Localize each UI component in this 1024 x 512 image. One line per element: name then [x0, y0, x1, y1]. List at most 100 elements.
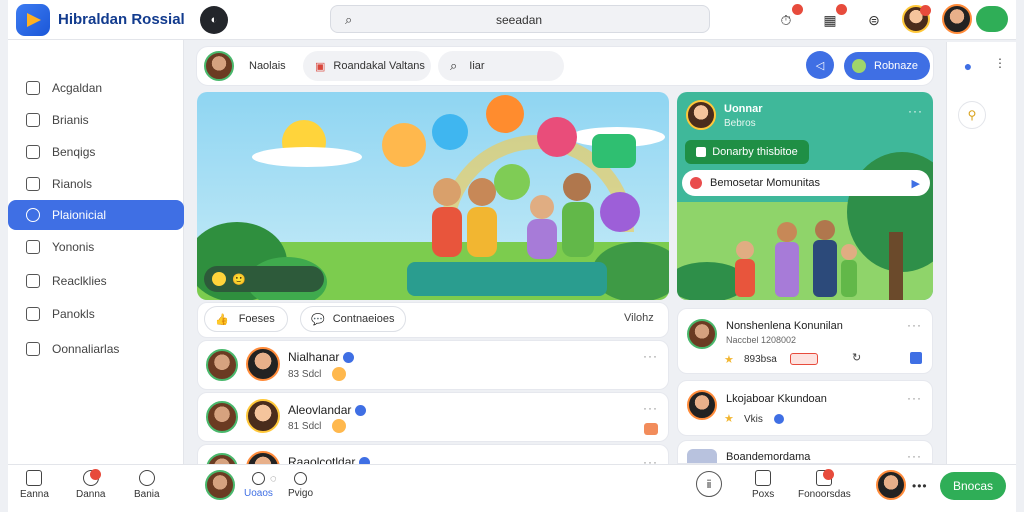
bottom-posts[interactable]: Poxs	[752, 470, 774, 500]
app-title: Hibraldan Rossial	[58, 11, 185, 28]
profile-avatar[interactable]	[942, 4, 972, 34]
inbox-icon[interactable]: ▦	[816, 4, 847, 34]
feature-green-button[interactable]: Donarby thisbitoe	[685, 140, 809, 164]
user-icon	[138, 470, 155, 486]
list-sub: Vkis	[744, 414, 763, 425]
verified-icon	[774, 414, 784, 424]
sidebar-item-5[interactable]: Yononis	[8, 232, 184, 262]
bottom-tab-0[interactable]: Uoaos	[244, 472, 273, 499]
bottom-avatar[interactable]	[876, 470, 906, 500]
home-icon	[26, 470, 43, 486]
bottom-nav-notifications[interactable]: Danna	[76, 469, 105, 500]
comment-avatar[interactable]	[206, 453, 238, 464]
hero-caption[interactable]: RaaolcotldarBemosetar MomunitasUonnar🙂	[204, 266, 324, 292]
refresh-icon[interactable]: ↻	[852, 351, 861, 364]
sidebar-item-6[interactable]: Reaclklies	[8, 266, 184, 296]
comment-avatar[interactable]	[206, 401, 238, 433]
bookmark-icon: ▣	[315, 60, 326, 73]
comment-author: Nialhanar	[288, 350, 355, 364]
sidebar-item-3[interactable]: Rianols	[8, 169, 184, 199]
sidebar-item-7[interactable]: Panokls	[8, 299, 184, 329]
right-list-item[interactable]: Boandemordama ···	[677, 440, 933, 464]
bottom-cta-button[interactable]: Bnocas	[940, 472, 1006, 500]
comment-meta: 81 Sdcl	[288, 421, 322, 432]
doc-icon	[755, 470, 772, 486]
more-icon[interactable]: ···	[643, 349, 658, 363]
clock-icon	[294, 472, 307, 485]
send-icon[interactable]: ▶	[912, 177, 920, 190]
feature-more-icon[interactable]: ···	[908, 104, 923, 118]
check-circle-icon[interactable]: ◌	[270, 473, 277, 485]
reaction-icon	[644, 423, 658, 435]
star-icon: ★	[724, 354, 734, 366]
user-avatar[interactable]	[902, 5, 931, 33]
verified-icon	[355, 405, 367, 417]
panel-more-icon[interactable]: ⋮	[994, 56, 1006, 70]
comment-avatar[interactable]	[206, 349, 238, 381]
home-icon	[26, 81, 40, 95]
settings-icon[interactable]: ⊜	[860, 6, 888, 34]
sidebar-item-4[interactable]: Plaionicial	[8, 200, 184, 230]
share-icon[interactable]: ◁	[806, 51, 834, 79]
bottom-nav-profile[interactable]: Bania	[134, 470, 160, 500]
bottom-forums[interactable]: Fonoorsdas	[798, 469, 851, 500]
record-icon	[690, 177, 702, 189]
bottom-more-icon[interactable]: •••	[912, 479, 928, 493]
toolbar-avatar[interactable]	[204, 51, 234, 81]
right-list-item[interactable]: Lkojaboar Kkundoan ★ Vkis ···	[677, 380, 933, 436]
app-logo-icon[interactable]	[16, 4, 50, 36]
verified-icon	[343, 352, 355, 364]
notification-icon[interactable]: ⏱	[772, 4, 803, 34]
sidebar-item-0[interactable]: Acgaldan	[8, 73, 184, 103]
right-list-item[interactable]: Nonshenlena Konunilan Naccbel 1208002 ★ …	[677, 308, 933, 374]
more-icon[interactable]: ···	[643, 401, 658, 415]
feature-avatar[interactable]	[686, 100, 716, 130]
search-bar[interactable]: ⌕ seeadan	[330, 5, 710, 33]
notes-icon	[26, 307, 40, 321]
inbox-badge	[836, 4, 847, 15]
chat-bubble-icon[interactable]: ●	[954, 52, 982, 80]
comment-avatar-2[interactable]	[246, 451, 280, 464]
comment-row[interactable]: Aleovlandar 81 Sdcl ···	[197, 392, 669, 442]
theme-icon[interactable]: ◐	[200, 6, 228, 34]
more-icon[interactable]: ···	[907, 449, 922, 463]
bottom-nav-home[interactable]: Eanna	[20, 470, 49, 500]
sidebar-item-1[interactable]: Brianis	[8, 105, 184, 135]
comment-avatar-2[interactable]	[246, 399, 280, 433]
list-avatar[interactable]	[687, 319, 717, 349]
comment-avatar-2[interactable]	[246, 347, 280, 381]
sidebar-item-2[interactable]: Benqigs	[8, 137, 184, 167]
feature-message-input[interactable]: Bemosetar Momunitas ▶	[682, 170, 930, 196]
more-icon[interactable]: ···	[643, 455, 658, 464]
bottom-tab-1[interactable]: Pvigo	[288, 472, 313, 499]
timer-icon[interactable]: ⅱ	[696, 471, 722, 497]
feature-author-sub: Bebros	[724, 118, 756, 129]
feature-card[interactable]	[677, 92, 933, 300]
comment-row[interactable]: Raaolcotldar ···	[197, 444, 669, 464]
feature-author-name: Uonnar	[724, 103, 763, 115]
toolbar-chip-2[interactable]: ⌕ Iiar	[438, 51, 564, 81]
search-placeholder: seeadan	[496, 13, 543, 27]
more-icon[interactable]: ···	[907, 391, 922, 405]
list-title: Nonshenlena Konunilan	[726, 320, 843, 332]
caption-avatar	[212, 272, 226, 286]
search-icon: ⌕	[450, 58, 458, 73]
forum-icon	[816, 469, 835, 486]
toolbar-action-button[interactable]: Robnaze	[844, 52, 930, 80]
chart-icon[interactable]	[910, 352, 922, 364]
toolbar-chip-1[interactable]: ▣ Roandakal Valtans	[303, 51, 431, 81]
composer-avatar[interactable]	[205, 470, 235, 500]
sidebar-item-8[interactable]: Oonnaliarlas	[8, 334, 184, 364]
star-icon: ★	[724, 413, 734, 425]
views-link[interactable]: Vilohz	[624, 312, 654, 324]
list-avatar[interactable]	[687, 390, 717, 420]
list-thumbnail	[687, 449, 717, 463]
sparkle-icon	[852, 59, 866, 73]
pin-icon[interactable]: ⚲	[958, 101, 986, 129]
like-button[interactable]: 👍 Foeses	[204, 306, 288, 332]
comment-row[interactable]: Nialhanar 83 Sdcl ···	[197, 340, 669, 390]
globe-icon	[26, 240, 40, 254]
more-icon[interactable]: ···	[907, 318, 922, 332]
header-action-button[interactable]	[976, 6, 1008, 32]
comment-button[interactable]: 💬 Contnaeioes	[300, 306, 406, 332]
